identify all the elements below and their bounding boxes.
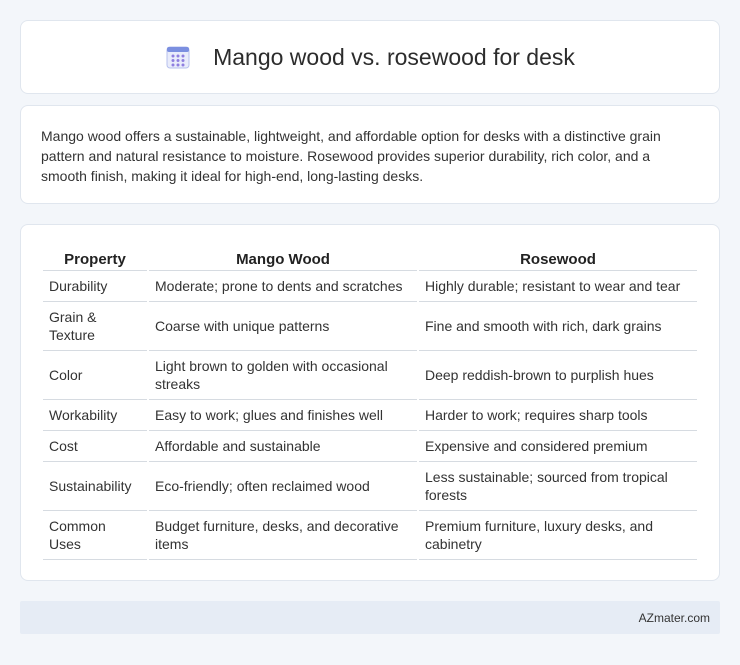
cell-mango-wood: Coarse with unique patterns (149, 302, 417, 351)
cell-property: Grain & Texture (43, 302, 147, 351)
cell-rosewood: Fine and smooth with rich, dark grains (419, 302, 697, 351)
header-rosewood: Rosewood (419, 247, 697, 271)
header-mango-wood: Mango Wood (149, 247, 417, 271)
footer: AZmater.com (20, 601, 720, 634)
cell-mango-wood: Affordable and sustainable (149, 431, 417, 462)
cell-property: Workability (43, 400, 147, 431)
table-row: Grain & Texture Coarse with unique patte… (43, 302, 697, 351)
summary-text: Mango wood offers a sustainable, lightwe… (41, 128, 661, 184)
cell-property: Common Uses (43, 511, 147, 560)
table-header-row: Property Mango Wood Rosewood (43, 247, 697, 271)
footer-brand: AZmater.com (638, 610, 710, 625)
table-row: Workability Easy to work; glues and fini… (43, 400, 697, 431)
table-row: Sustainability Eco-friendly; often recla… (43, 462, 697, 511)
cell-property: Sustainability (43, 462, 147, 511)
cell-rosewood: Expensive and considered premium (419, 431, 697, 462)
cell-rosewood: Less sustainable; sourced from tropical … (419, 462, 697, 511)
cell-mango-wood: Light brown to golden with occasional st… (149, 351, 417, 400)
cell-rosewood: Premium furniture, luxury desks, and cab… (419, 511, 697, 560)
cell-mango-wood: Budget furniture, desks, and decorative … (149, 511, 417, 560)
cell-mango-wood: Eco-friendly; often reclaimed wood (149, 462, 417, 511)
title-card: Mango wood vs. rosewood for desk (20, 20, 720, 94)
table-row: Color Light brown to golden with occasio… (43, 351, 697, 400)
comparison-card: Property Mango Wood Rosewood Durability … (20, 224, 720, 581)
table-row: Common Uses Budget furniture, desks, and… (43, 511, 697, 560)
comparison-table: Property Mango Wood Rosewood Durability … (41, 247, 699, 560)
cell-rosewood: Deep reddish-brown to purplish hues (419, 351, 697, 400)
header-property: Property (43, 247, 147, 271)
table-row: Cost Affordable and sustainable Expensiv… (43, 431, 697, 462)
page-title: Mango wood vs. rosewood for desk (213, 43, 575, 70)
cell-property: Durability (43, 271, 147, 302)
cell-rosewood: Highly durable; resistant to wear and te… (419, 271, 697, 302)
cell-mango-wood: Moderate; prone to dents and scratches (149, 271, 417, 302)
cell-mango-wood: Easy to work; glues and finishes well (149, 400, 417, 431)
table-row: Durability Moderate; prone to dents and … (43, 271, 697, 302)
cell-rosewood: Harder to work; requires sharp tools (419, 400, 697, 431)
cell-property: Color (43, 351, 147, 400)
cell-property: Cost (43, 431, 147, 462)
table-grid-icon (165, 44, 191, 70)
summary-card: Mango wood offers a sustainable, lightwe… (20, 105, 720, 204)
